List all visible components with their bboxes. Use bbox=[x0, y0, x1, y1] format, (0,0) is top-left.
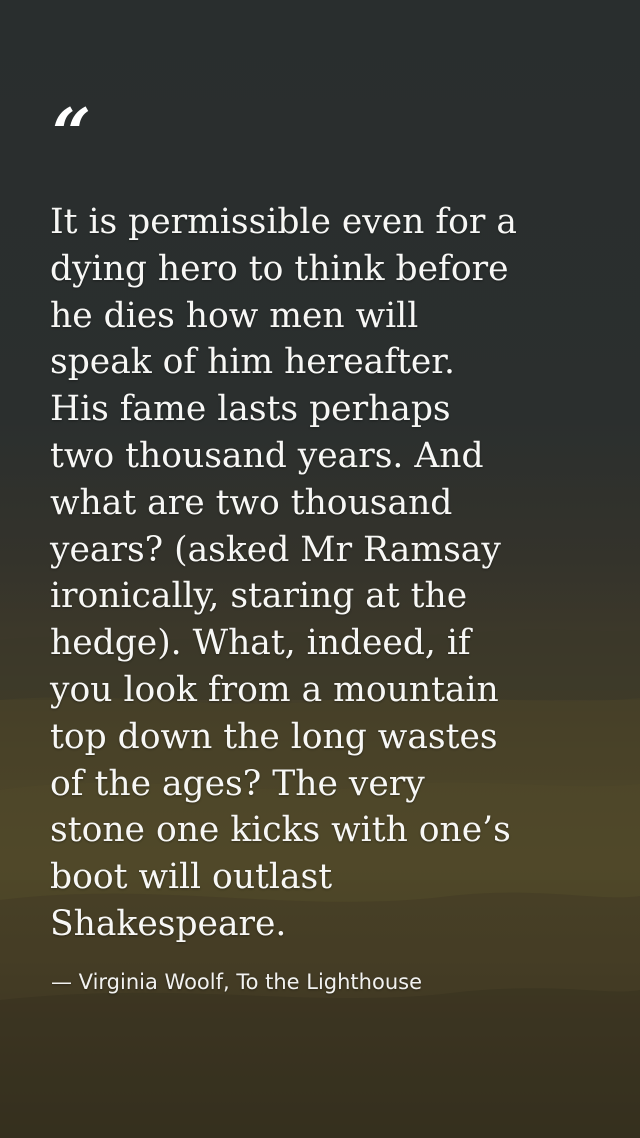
quote-attribution: — Virginia Woolf, To the Lighthouse bbox=[51, 970, 422, 994]
quotation-mark-icon: “ bbox=[52, 94, 92, 174]
quote-text: It is permissible even for a dying hero … bbox=[50, 202, 517, 944]
